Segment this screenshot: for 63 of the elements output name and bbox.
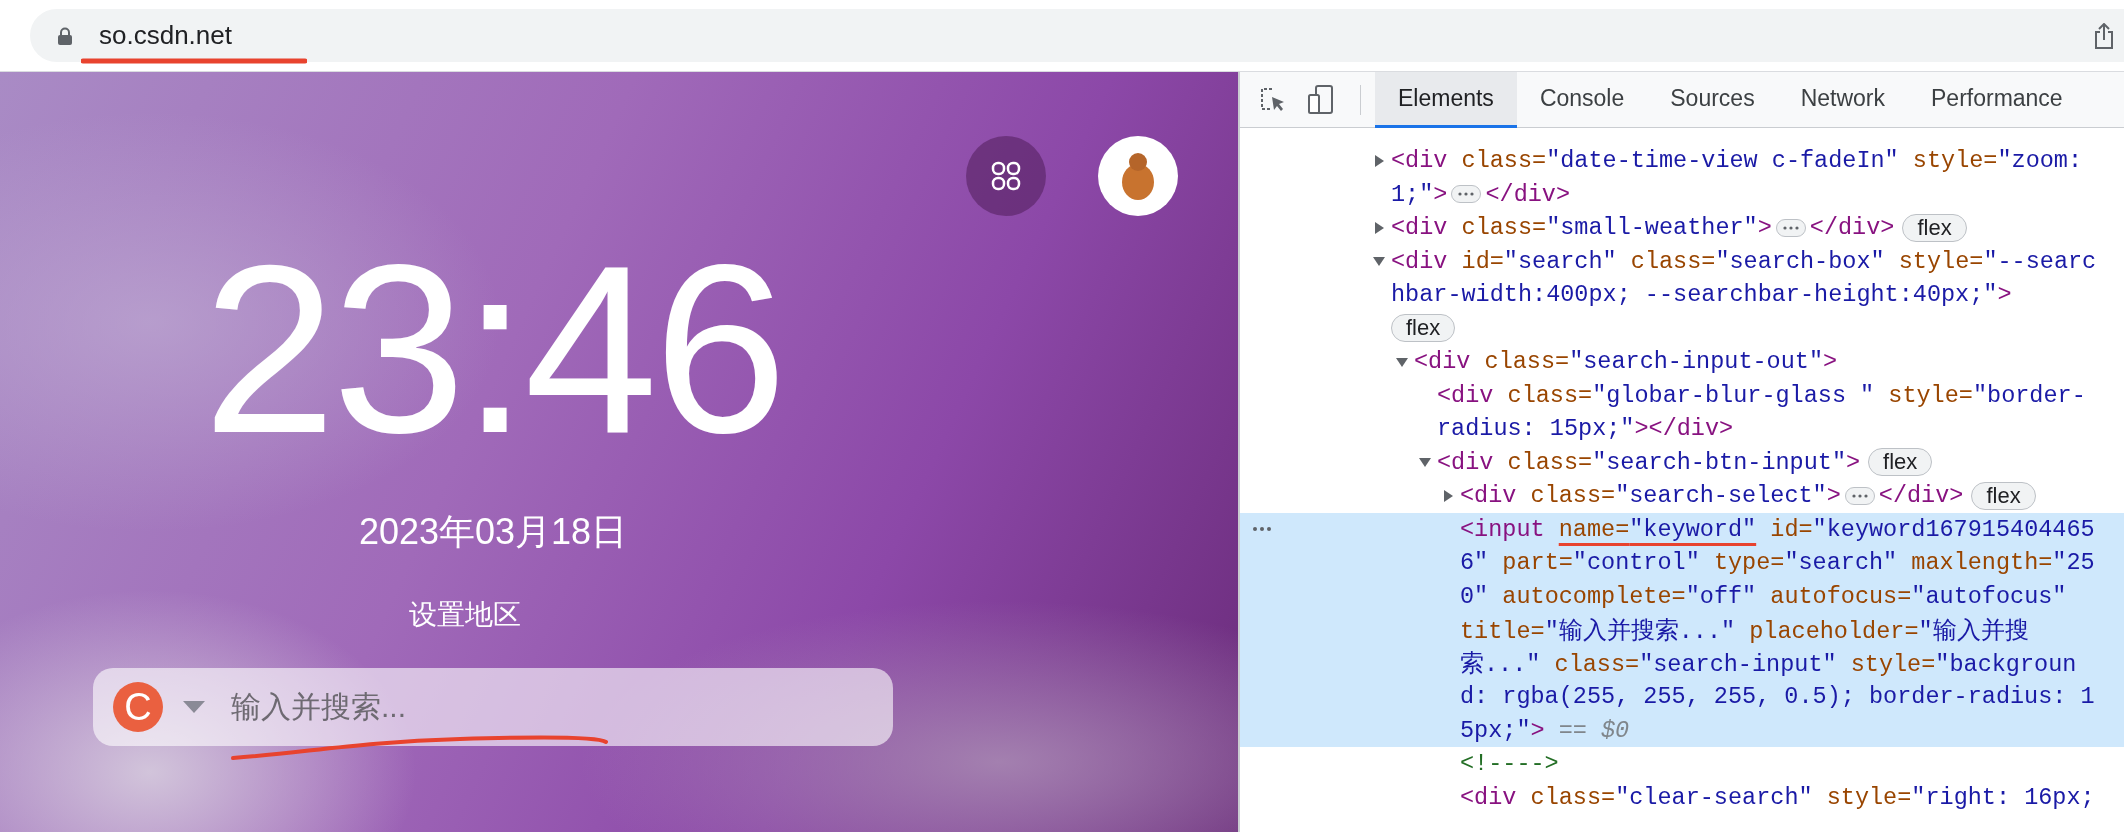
dom-node-row[interactable]: <!----> (1240, 747, 2124, 781)
code-line: <div class="globar-blur-glass " style="border- (1437, 381, 2086, 409)
code-line: <div class="clear-search" style="right: 16px; (1460, 783, 2095, 811)
caret-icon[interactable] (183, 701, 205, 713)
code-line: 索..." class="search-input" style="backgroun (1460, 650, 2077, 680)
code-line: radius: 15px;"></div> (1437, 415, 1734, 443)
more-dots-icon[interactable] (1253, 526, 1271, 531)
flex-badge[interactable]: flex (1391, 314, 1456, 343)
ellipsis-icon[interactable] (1844, 486, 1875, 505)
devtools-tab[interactable]: Sources (1647, 71, 1778, 128)
code-line: </div> (1485, 180, 1571, 208)
devtools-tab[interactable]: Console (1516, 71, 1648, 128)
expand-triangle-icon[interactable] (1373, 154, 1385, 167)
code-line: <div class="search-btn-input"> (1437, 448, 1861, 476)
ellipsis-icon[interactable] (1775, 218, 1806, 237)
code-line: </div> (1878, 482, 1964, 510)
code-line: d: rgba(255, 255, 255, 0.5); border-radius: 1 (1460, 683, 2095, 711)
lock-icon (58, 26, 72, 45)
dom-node-row[interactable]: <div class="search-btn-input"> flex (1240, 445, 2124, 479)
dom-node-row[interactable]: <div class="small-weather"> </div> flex (1240, 211, 2124, 245)
dom-node-row[interactable]: <div class="clear-search" style="right: 16px; (1240, 780, 2124, 814)
code-line: 5px;"> (1460, 716, 1545, 744)
collapse-triangle-icon[interactable] (1396, 355, 1408, 368)
code-line: <div class="date-time-view c-fadeIn" style="zoom: (1391, 147, 2083, 175)
code-line: <input name="keyword" id="keyword167915404465 (1460, 515, 2095, 543)
inspect-icon[interactable] (1260, 86, 1286, 113)
code-line: <!----> (1460, 750, 1559, 778)
code-line: <div id="search" class="search-box" style="--searc (1391, 247, 2097, 275)
device-toggle-icon[interactable] (1308, 84, 1334, 115)
ellipsis-icon[interactable] (1451, 185, 1482, 204)
dom-node-row[interactable]: <div id="search" class="search-box" style="--searc hbar-width:400px; --searchbar-height:40px;"> flex (1240, 244, 2124, 345)
code-line: hbar-width:400px; --searchbar-height:40px;"> (1391, 281, 2012, 309)
expand-triangle-icon[interactable] (1373, 221, 1385, 234)
code-line: </div> (1809, 214, 1895, 242)
expand-triangle-icon[interactable] (1442, 489, 1454, 502)
code-line: title="输入并搜索..." placeholder="输入并搜 (1460, 616, 2029, 646)
code-line: 6" part="control" type="search" maxlength="25 (1460, 549, 2095, 577)
collapse-triangle-icon[interactable] (1419, 456, 1431, 469)
devtools-tab[interactable]: Elements (1375, 71, 1517, 128)
dom-node-row[interactable]: <div class="globar-blur-glass " style="border- radius: 15px;"></div> (1240, 378, 2124, 446)
code-line: <div class="search-select"> (1460, 482, 1841, 510)
code-line: 0" autocomplete="off" autofocus="autofocus" (1460, 582, 2067, 610)
url-text[interactable]: so.csdn.net (99, 20, 232, 51)
flex-badge[interactable]: flex (1971, 481, 2036, 510)
dom-node-row[interactable]: <div class="search-input-out"> (1240, 345, 2124, 379)
share-icon[interactable] (2094, 22, 2114, 49)
set-region-link[interactable]: 设置地区 (409, 598, 577, 632)
avatar-icon[interactable] (1098, 136, 1178, 216)
code-line: <div class="search-input-out"> (1414, 348, 1838, 376)
devtools-tab[interactable]: Performance (1908, 71, 2086, 128)
code-line: 1;"> (1391, 180, 1448, 208)
flex-badge[interactable]: flex (1868, 448, 1933, 477)
selected-node-highlight[interactable] (1240, 512, 2124, 747)
collapse-triangle-icon[interactable] (1373, 255, 1385, 268)
dom-node-row[interactable]: <div class="search-select"> </div> flex (1240, 479, 2124, 513)
clock-time: 23:46 (202, 229, 784, 469)
dom-node-row[interactable]: <div class="date-time-view c-fadeIn" style="zoom: 1;"> </div> (1240, 144, 2124, 211)
address-bar[interactable]: so.csdn.net (30, 9, 2124, 62)
code-line: <div class="small-weather"> (1391, 214, 1772, 242)
date-text: 2023年03月18日 (358, 510, 628, 553)
selected-node-marker: == $0 (1558, 716, 1630, 744)
flex-badge[interactable]: flex (1902, 213, 1967, 242)
devtools-tab[interactable]: Network (1777, 71, 1908, 128)
